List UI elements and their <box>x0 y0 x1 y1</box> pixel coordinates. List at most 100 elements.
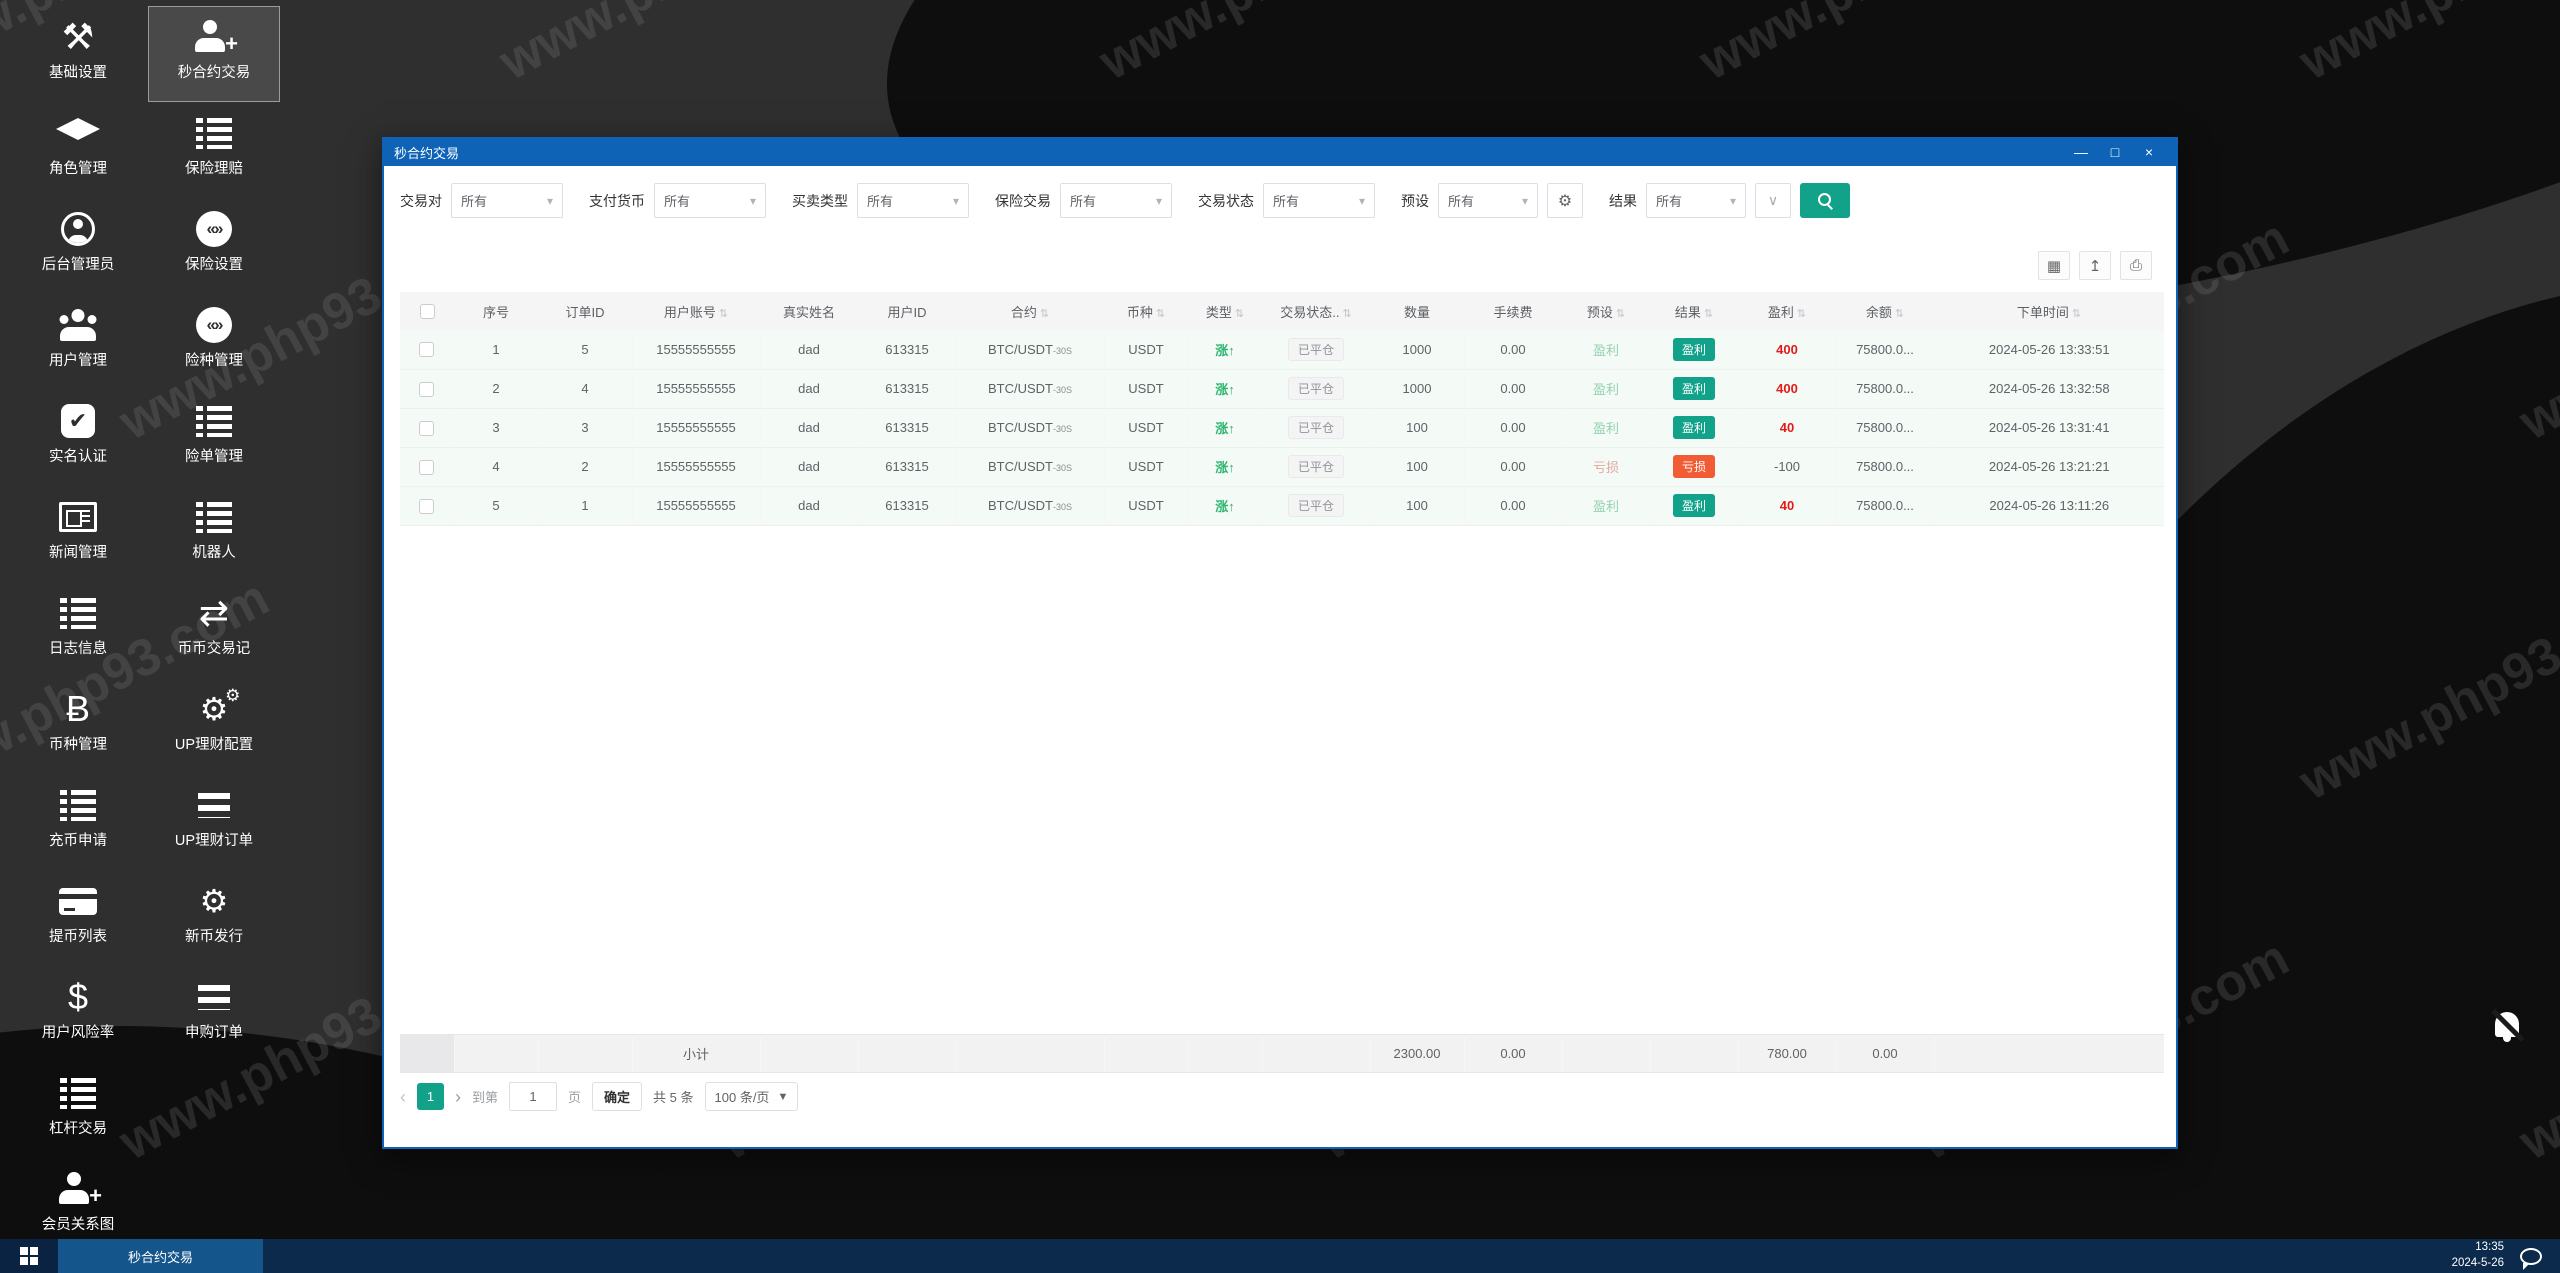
desktop-icon-new-coin-issue[interactable]: ⚙ 新币发行 <box>148 870 280 966</box>
export-icon: ↥ <box>2088 257 2102 275</box>
desktop-icon-coin-trade-record[interactable]: ⇄ 币币交易记 <box>148 582 280 678</box>
column-header-account[interactable]: 用户账号 ⇅ <box>632 292 760 330</box>
sort-icon[interactable]: ⇅ <box>1156 308 1165 320</box>
desktop-icon-user-risk-rate[interactable]: $ 用户风险率 <box>12 966 144 1062</box>
desktop-icon-withdraw-list[interactable]: 提币列表 <box>12 870 144 966</box>
column-header-time[interactable]: 下单时间 ⇅ <box>1934 292 2164 330</box>
column-header-status[interactable]: 交易状态.. ⇅ <box>1262 292 1370 330</box>
cell-seq: 2 <box>454 369 538 409</box>
chat-bubble-icon[interactable] <box>2520 1247 2542 1270</box>
desktop-icon-policy-management[interactable]: 险单管理 <box>148 390 280 486</box>
desktop-icon-robot[interactable]: 机器人 <box>148 486 280 582</box>
cell-time: 2024-05-26 13:31:41 <box>1934 408 2164 448</box>
current-page-button[interactable]: 1 <box>417 1083 444 1110</box>
desktop-icon-role-management[interactable]: 角色管理 <box>12 102 144 198</box>
desktop-icon-second-contract-trade[interactable]: + 秒合约交易 <box>148 6 280 102</box>
print-button[interactable]: ⎙ <box>2120 251 2152 280</box>
desktop-icon-user-management[interactable]: 用户管理 <box>12 294 144 390</box>
status-tag: 已平仓 <box>1287 455 1344 478</box>
list-icon <box>196 401 232 441</box>
row-checkbox[interactable] <box>419 342 435 358</box>
cell-fee: 0.00 <box>1464 486 1562 526</box>
sort-icon[interactable]: ⇅ <box>1704 308 1713 320</box>
sort-icon[interactable]: ⇅ <box>2072 308 2081 320</box>
sort-icon[interactable]: ⇅ <box>1343 308 1352 320</box>
sort-icon[interactable]: ⇅ <box>1797 308 1806 320</box>
sort-icon[interactable]: ⇅ <box>1235 308 1244 320</box>
gear-icon: ⚙ <box>1557 192 1573 210</box>
sort-icon[interactable]: ⇅ <box>1616 308 1625 320</box>
close-button[interactable]: × <box>2132 139 2166 166</box>
filter-preset-select[interactable]: 所有 ▾ <box>1438 183 1538 218</box>
select-all-checkbox[interactable] <box>419 304 435 320</box>
preset-gear-button[interactable]: ⚙ <box>1547 183 1583 218</box>
table-row[interactable]: 2 4 15555555555 dad 613315 BTC/USDT-30S USDT 涨↑… <box>400 369 2164 409</box>
desktop-icon-news-management[interactable]: 新闻管理 <box>12 486 144 582</box>
column-header-contract[interactable]: 合约 ⇅ <box>956 292 1104 330</box>
expand-filters-button[interactable]: ∨ <box>1755 183 1791 218</box>
window-titlebar[interactable]: 秒合约交易 — □ × <box>384 139 2176 166</box>
column-header-balance[interactable]: 余额 ⇅ <box>1836 292 1934 330</box>
row-checkbox[interactable] <box>419 381 435 397</box>
maximize-button[interactable]: □ <box>2098 139 2132 166</box>
next-page-button[interactable]: › <box>455 1088 461 1106</box>
sort-icon[interactable]: ⇅ <box>719 308 728 320</box>
filter-pay-currency-select[interactable]: 所有 ▾ <box>654 183 766 218</box>
desktop-icon-deposit-request[interactable]: 充币申请 <box>12 774 144 870</box>
confirm-page-button[interactable]: 确定 <box>592 1082 643 1111</box>
desktop-icon-basic-settings[interactable]: ⚒ 基础设置 <box>12 6 144 102</box>
column-header-profit[interactable]: 盈利 ⇅ <box>1738 292 1836 330</box>
cell-amount: 100 <box>1370 486 1464 526</box>
desktop-icon-leverage-trade[interactable]: 杠杆交易 <box>12 1062 144 1158</box>
row-checkbox[interactable] <box>419 498 435 514</box>
filter-result-select[interactable]: 所有 ▾ <box>1646 183 1746 218</box>
row-checkbox[interactable] <box>419 420 435 436</box>
desktop-icon-realname-auth[interactable]: ✔ 实名认证 <box>12 390 144 486</box>
table-row[interactable]: 5 1 15555555555 dad 613315 BTC/USDT-30S USDT 涨↑… <box>400 486 2164 526</box>
cell-user_id: 613315 <box>858 369 956 409</box>
cell-coin: USDT <box>1104 330 1188 370</box>
taskbar-clock[interactable]: 13:35 2024-5-26 <box>2452 1240 2504 1271</box>
sort-icon[interactable]: ⇅ <box>1040 308 1049 320</box>
desktop-icon-insurance-type-management[interactable]: «» 险种管理 <box>148 294 280 390</box>
goto-page-input[interactable] <box>509 1082 558 1111</box>
filter-trade-status-select[interactable]: 所有 ▾ <box>1263 183 1375 218</box>
desktop-icon-up-finance-orders[interactable]: UP理财订单 <box>148 774 280 870</box>
bell-muted-icon[interactable] <box>2488 1006 2528 1048</box>
search-button[interactable] <box>1800 183 1850 218</box>
page-size-select[interactable]: 100 条/页 ▼ <box>704 1082 799 1111</box>
cell-coin: USDT <box>1104 369 1188 409</box>
column-header-preset[interactable]: 预设 ⇅ <box>1562 292 1650 330</box>
start-button[interactable] <box>0 1239 58 1273</box>
filter-trading-pair-select[interactable]: 所有 ▾ <box>451 183 563 218</box>
column-header-type[interactable]: 类型 ⇅ <box>1188 292 1262 330</box>
cell-user_id: 613315 <box>858 447 956 487</box>
filter-insurance-trade-select[interactable]: 所有 ▾ <box>1060 183 1172 218</box>
table-row[interactable]: 1 5 15555555555 dad 613315 BTC/USDT-30S USDT 涨↑… <box>400 330 2164 370</box>
columns-toggle-button[interactable]: ▦ <box>2038 251 2070 280</box>
desktop-icon-coin-management[interactable]: Ƀ 币种管理 <box>12 678 144 774</box>
desktop-icon-log-info[interactable]: 日志信息 <box>12 582 144 678</box>
cell-type: 涨↑ <box>1188 330 1262 370</box>
desktop-icon-up-finance-config[interactable]: ⚙ UP理财配置 <box>148 678 280 774</box>
desktop-icon-insurance-claims[interactable]: 保险理赔 <box>148 102 280 198</box>
column-header-result[interactable]: 结果 ⇅ <box>1650 292 1738 330</box>
sort-icon[interactable]: ⇅ <box>1895 308 1904 320</box>
list-icon <box>196 113 232 153</box>
cell-status: 已平仓 <box>1262 369 1370 409</box>
summary-cell-account: 小计 <box>632 1034 760 1073</box>
brand-circle-icon: «» <box>196 305 232 345</box>
taskbar-item-second-contract-trade[interactable]: 秒合约交易 <box>58 1239 263 1273</box>
prev-page-button[interactable]: ‹ <box>400 1088 406 1106</box>
minimize-button[interactable]: — <box>2064 139 2098 166</box>
table-row[interactable]: 3 3 15555555555 dad 613315 BTC/USDT-30S USDT 涨↑… <box>400 408 2164 448</box>
desktop-icon-subscribe-orders[interactable]: 申购订单 <box>148 966 280 1062</box>
desktop-icon-backend-admin[interactable]: 后台管理员 <box>12 198 144 294</box>
desktop-icon-insurance-settings[interactable]: «» 保险设置 <box>148 198 280 294</box>
column-header-coin[interactable]: 币种 ⇅ <box>1104 292 1188 330</box>
filter-buy-sell-type-select[interactable]: 所有 ▾ <box>857 183 969 218</box>
desktop-icon-label: 杠杆交易 <box>49 1121 107 1137</box>
table-row[interactable]: 4 2 15555555555 dad 613315 BTC/USDT-30S USDT 涨↑… <box>400 447 2164 487</box>
row-checkbox[interactable] <box>419 459 435 475</box>
export-button[interactable]: ↥ <box>2079 251 2111 280</box>
